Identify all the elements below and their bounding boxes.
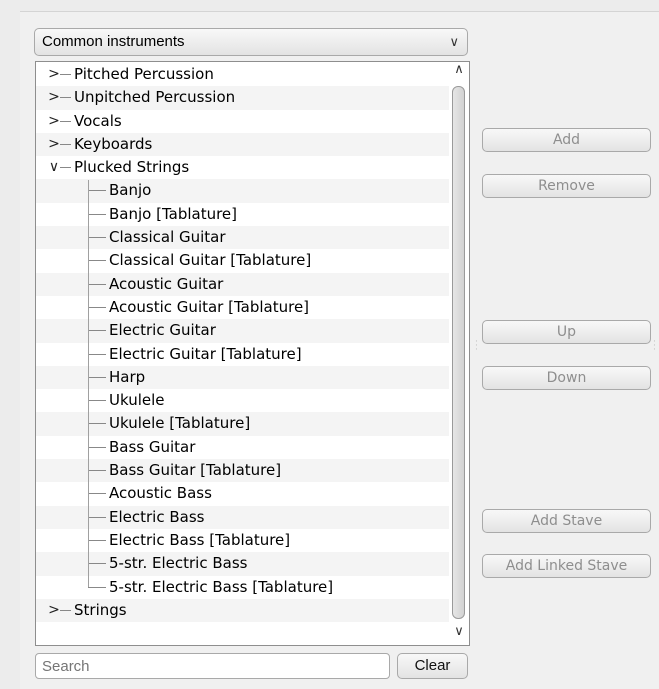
tree-child-item[interactable]: Acoustic Guitar	[36, 272, 450, 296]
tree-child-item[interactable]: Ukulele [Tablature]	[36, 412, 450, 436]
tree-item-label: Vocals	[74, 111, 122, 130]
tree-child-item[interactable]: 5-str. Electric Bass [Tablature]	[36, 576, 450, 599]
tree-connector-line	[88, 190, 106, 192]
tree-item-label: Electric Guitar	[109, 321, 216, 340]
tree-child-item[interactable]: 5-str. Electric Bass	[36, 552, 450, 576]
instrument-tree-rows: > Pitched Percussion > Unpitched Percussion…	[36, 63, 450, 623]
tree-item-label: 5-str. Electric Bass [Tablature]	[109, 577, 334, 596]
tree-connector-line	[60, 143, 71, 145]
tree-item-label: Electric Bass [Tablature]	[109, 530, 291, 549]
tree-branch-line	[88, 179, 89, 588]
tree-item-label: Unpitched Percussion	[74, 88, 236, 107]
tree-child-item[interactable]: Classical Guitar [Tablature]	[36, 249, 450, 272]
tree-connector-line	[88, 446, 106, 448]
tree-connector-line	[88, 260, 106, 262]
tree-item-label: Ukulele	[109, 391, 165, 410]
tree-item-label: Electric Bass	[109, 507, 205, 526]
tree-item-label: Pitched Percussion	[74, 65, 214, 83]
tree-connector-line	[88, 539, 106, 541]
tree-item-label: Bass Guitar [Tablature]	[109, 461, 282, 480]
scroll-down-arrow-icon[interactable]: ∨	[449, 624, 469, 639]
tree-child-item[interactable]: Harp	[36, 365, 450, 390]
tree-child-item[interactable]: Bass Guitar [Tablature]	[36, 459, 450, 483]
add-button[interactable]: Add	[482, 128, 651, 152]
tree-child-item[interactable]: Banjo	[36, 179, 450, 203]
tree-child-item[interactable]: Electric Guitar [Tablature]	[36, 343, 450, 366]
add-linked-stave-button[interactable]: Add Linked Stave	[482, 554, 651, 578]
tree-scrollbar[interactable]: ∧ ∨	[449, 62, 469, 645]
tree-group-item[interactable]: ∨ Plucked Strings	[36, 156, 450, 179]
tree-connector-line	[88, 470, 106, 472]
tree-connector-line	[88, 516, 106, 518]
down-button[interactable]: Down	[482, 366, 651, 390]
tree-connector-line	[88, 400, 106, 402]
tree-child-item[interactable]: Ukulele	[36, 389, 450, 412]
add-stave-button[interactable]: Add Stave	[482, 509, 651, 533]
tree-connector-line	[88, 330, 106, 332]
tree-item-label: Acoustic Guitar	[109, 274, 224, 293]
tree-item-label: Plucked Strings	[74, 158, 190, 177]
tree-connector-line	[88, 586, 106, 588]
tree-item-label: Banjo [Tablature]	[109, 204, 238, 223]
tree-item-label: 5-str. Electric Bass	[109, 554, 248, 573]
tree-item-label: Harp	[109, 367, 146, 386]
tree-group-item[interactable]: > Keyboards	[36, 132, 450, 157]
tree-child-item[interactable]: Classical Guitar	[36, 226, 450, 250]
tree-item-label: Ukulele [Tablature]	[109, 414, 251, 433]
clear-search-button[interactable]: Clear	[397, 653, 468, 679]
tree-child-item[interactable]: Acoustic Bass	[36, 482, 450, 505]
tree-connector-line	[88, 283, 106, 285]
tree-child-item[interactable]: Electric Guitar	[36, 319, 450, 343]
tree-connector-line	[88, 306, 106, 308]
tree-connector-line	[88, 563, 106, 565]
tree-connector-line	[88, 353, 106, 355]
chevron-right-icon[interactable]: >	[48, 133, 60, 156]
chevron-right-icon[interactable]: >	[48, 63, 60, 86]
tree-item-label: Electric Guitar [Tablature]	[109, 344, 302, 363]
tree-child-item[interactable]: Bass Guitar	[36, 436, 450, 459]
chevron-right-icon[interactable]: >	[48, 599, 60, 622]
splitter-handle-left[interactable]: · · ·	[475, 338, 478, 355]
tree-item-label: Classical Guitar [Tablature]	[109, 251, 312, 270]
scrollbar-thumb[interactable]	[452, 86, 465, 619]
tree-connector-line	[60, 609, 71, 611]
tree-connector-line	[88, 493, 106, 495]
tree-child-item[interactable]: Electric Bass [Tablature]	[36, 529, 450, 552]
tree-item-label: Acoustic Guitar [Tablature]	[109, 297, 310, 316]
tree-connector-line	[88, 213, 106, 215]
tree-child-item[interactable]: Banjo [Tablature]	[36, 203, 450, 226]
tree-connector-line	[60, 167, 71, 169]
tree-group-item[interactable]: > Strings	[36, 598, 450, 623]
tree-child-item[interactable]: Acoustic Guitar [Tablature]	[36, 296, 450, 319]
tree-connector-line	[88, 423, 106, 425]
tree-connector-line	[60, 74, 71, 75]
tree-group-item[interactable]: > Vocals	[36, 110, 450, 133]
tree-item-label: Acoustic Bass	[109, 484, 212, 503]
up-button[interactable]: Up	[482, 320, 651, 344]
chevron-down-icon[interactable]: ∨	[48, 156, 60, 179]
chevron-right-icon[interactable]: >	[48, 110, 60, 133]
category-select-value: Common instruments	[42, 33, 185, 50]
splitter-handle-right[interactable]: · · ·	[653, 338, 656, 355]
scroll-up-arrow-icon[interactable]: ∧	[449, 62, 469, 77]
chevron-down-icon: ∨	[449, 34, 459, 49]
tree-group-item[interactable]: > Unpitched Percussion	[36, 86, 450, 110]
tree-connector-line	[88, 376, 106, 378]
tree-connector-line	[88, 237, 106, 239]
remove-button[interactable]: Remove	[482, 174, 651, 198]
chevron-right-icon[interactable]: >	[48, 86, 60, 109]
instrument-category-select[interactable]: Common instruments ∨	[34, 28, 468, 56]
tree-item-label: Bass Guitar	[109, 437, 196, 456]
tree-connector-line	[60, 120, 71, 122]
tree-connector-line	[60, 97, 71, 99]
instrument-tree[interactable]: > Pitched Percussion > Unpitched Percussion…	[35, 61, 470, 646]
tree-item-label: Classical Guitar	[109, 228, 226, 247]
search-input[interactable]	[35, 653, 390, 679]
tree-item-label: Strings	[74, 600, 127, 619]
tree-item-label: Banjo	[109, 181, 152, 200]
tree-child-item[interactable]: Electric Bass	[36, 505, 450, 529]
tree-group-item[interactable]: > Pitched Percussion	[36, 63, 450, 86]
tree-item-label: Keyboards	[74, 134, 153, 153]
